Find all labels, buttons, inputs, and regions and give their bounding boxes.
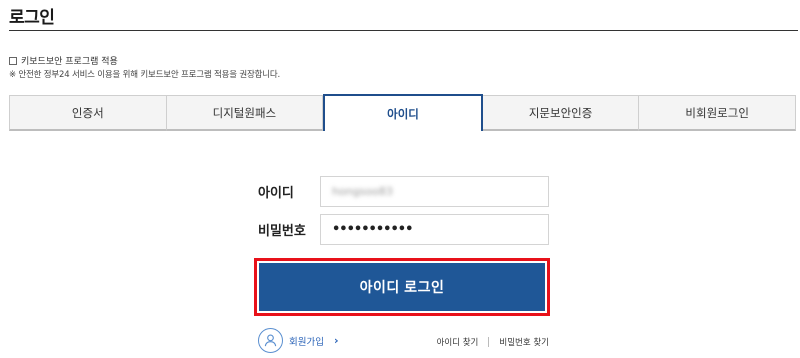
keyboard-security-note: ※ 안전한 정부24 서비스 이용을 위해 키보드보안 프로그램 적용을 권장합… (9, 70, 280, 80)
password-label: 비밀번호 (258, 224, 306, 239)
id-label: 아이디 (258, 186, 294, 201)
password-value: ••••••••••• (332, 222, 413, 237)
page-title: 로그인 (9, 8, 55, 28)
title-divider (9, 30, 798, 31)
tab-digital-onepass[interactable]: 디지털원패스 (166, 95, 324, 131)
id-input[interactable]: hongsoo83 (320, 176, 549, 207)
tab-id[interactable]: 아이디 (323, 94, 483, 131)
join-label: 회원가입 (289, 336, 324, 348)
find-links: 아이디 찾기 비밀번호 찾기 (437, 336, 549, 348)
join-link[interactable]: 회원가입 › (258, 328, 339, 353)
login-footer: 회원가입 › 아이디 찾기 비밀번호 찾기 (258, 328, 549, 354)
chevron-right-icon: › (333, 334, 339, 347)
tab-certificate[interactable]: 인증서 (9, 95, 167, 131)
tab-non-member[interactable]: 비회원로그인 (639, 95, 796, 131)
id-value: hongsoo83 (332, 185, 393, 198)
password-row: 비밀번호 ••••••••••• (258, 214, 549, 245)
find-password-link[interactable]: 비밀번호 찾기 (499, 336, 549, 348)
find-id-link[interactable]: 아이디 찾기 (437, 336, 479, 348)
id-row: 아이디 hongsoo83 (258, 176, 549, 207)
login-method-tabs: 인증서 디지털원패스 아이디 지문보안인증 비회원로그인 (9, 94, 796, 131)
password-input[interactable]: ••••••••••• (320, 214, 549, 245)
person-icon (258, 328, 283, 353)
tab-fingerprint[interactable]: 지문보안인증 (482, 95, 640, 131)
link-separator (488, 337, 490, 347)
id-login-button[interactable]: 아이디 로그인 (259, 263, 545, 311)
keyboard-security-checkbox[interactable] (9, 56, 17, 65)
keyboard-security-label: 키보드보안 프로그램 적용 (21, 57, 118, 67)
keyboard-security-option[interactable]: 키보드보안 프로그램 적용 (9, 54, 118, 67)
